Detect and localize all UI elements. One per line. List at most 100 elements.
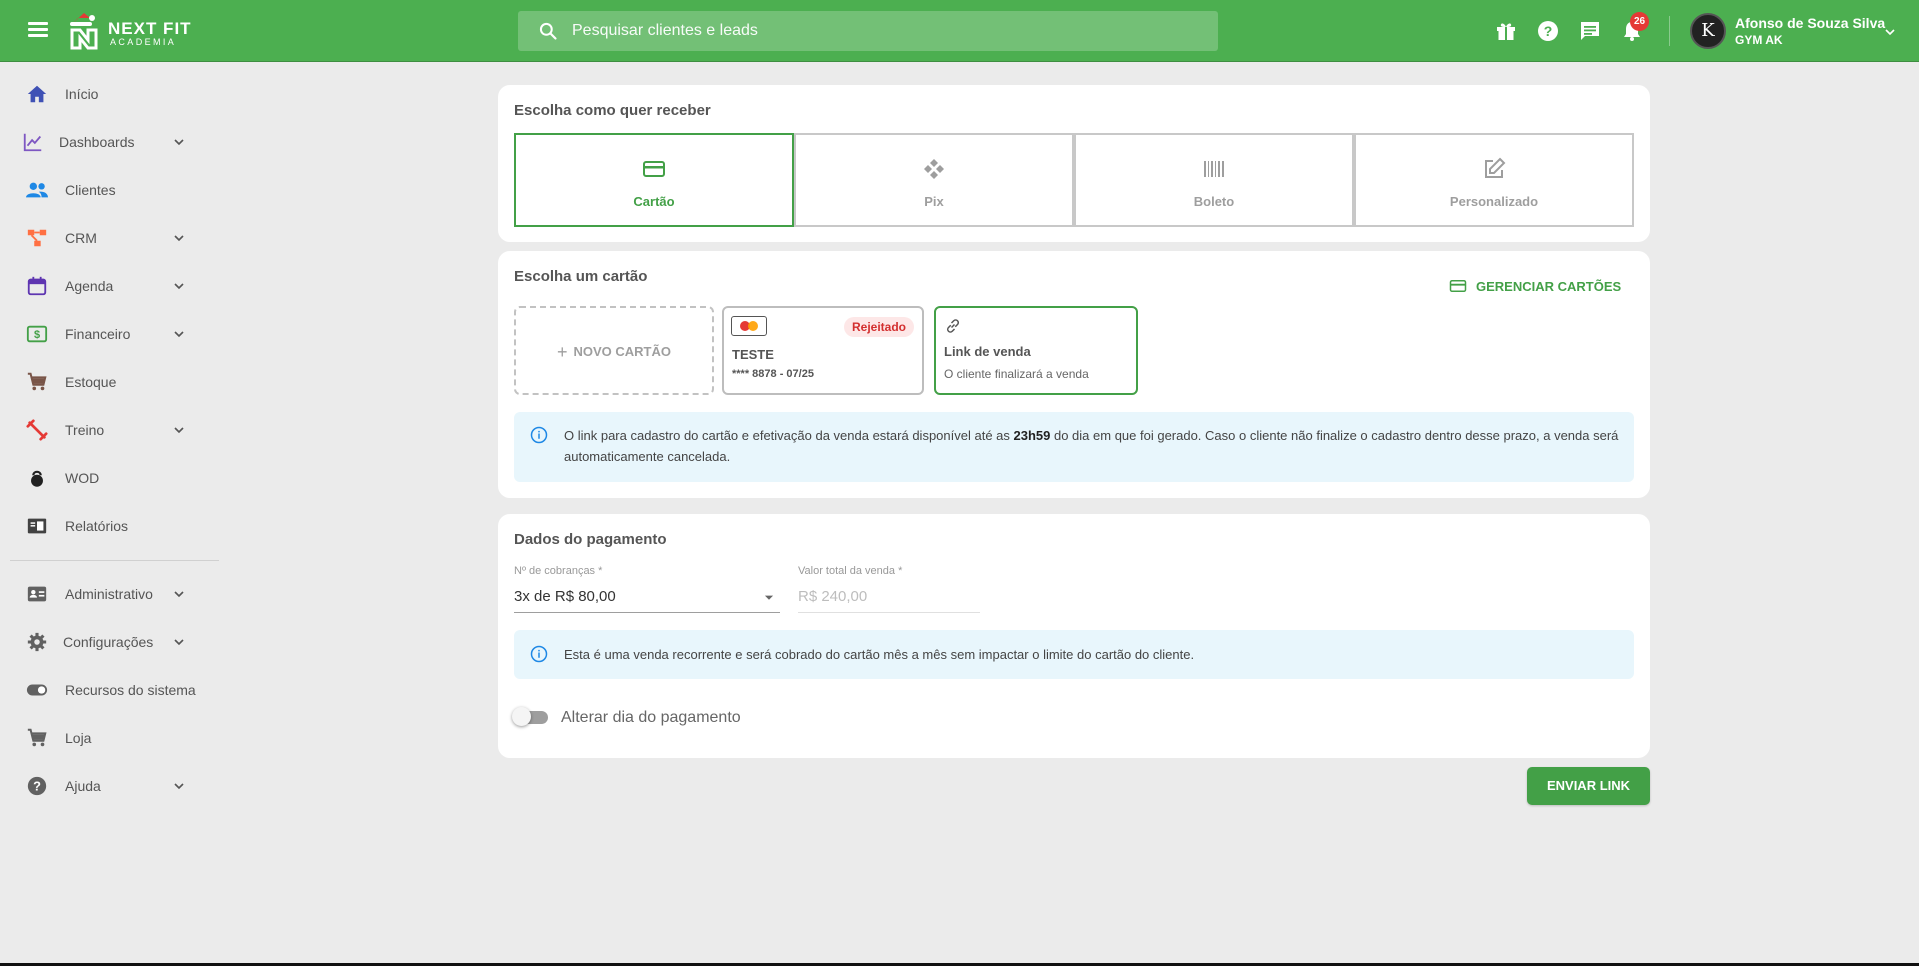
svg-text:?: ? bbox=[1544, 23, 1553, 39]
sidebar-item-label: Loja bbox=[65, 730, 92, 746]
money-icon: $ bbox=[26, 325, 48, 343]
chevron-down-icon bbox=[174, 783, 184, 790]
chevron-down-icon bbox=[174, 591, 184, 598]
credit-card-icon bbox=[643, 161, 665, 177]
link-card-subtitle: O cliente finalizará a venda bbox=[944, 367, 1089, 381]
link-info-box: O link para cadastro do cartão e efetiva… bbox=[514, 412, 1634, 482]
sidebar-item-label: Recursos do sistema bbox=[65, 682, 196, 698]
sidebar-item-recursos[interactable]: Recursos do sistema bbox=[10, 670, 220, 710]
sidebar-item-label: Dashboards bbox=[59, 134, 135, 150]
kettlebell-icon bbox=[31, 470, 43, 487]
manage-cards-button[interactable]: GERENCIAR CARTÕES bbox=[1449, 277, 1621, 295]
chevron-down-icon bbox=[174, 139, 184, 146]
sidebar-item-label: CRM bbox=[65, 230, 97, 246]
chart-line-icon bbox=[23, 133, 42, 152]
help-icon: ? bbox=[27, 776, 47, 796]
link-card-title: Link de venda bbox=[944, 344, 1031, 359]
brand-name: NEXT FIT bbox=[108, 19, 192, 38]
sidebar-divider bbox=[10, 560, 219, 561]
logo[interactable]: NEXT FIT ACADEMIA bbox=[64, 10, 204, 52]
sidebar-item-relatorios[interactable]: Relatórios bbox=[10, 506, 220, 546]
info-icon bbox=[530, 426, 548, 444]
payment-day-toggle[interactable] bbox=[512, 707, 550, 727]
link-icon bbox=[946, 319, 960, 333]
charges-select[interactable]: 3x de R$ 80,00 bbox=[514, 588, 616, 605]
sidebar-item-inicio[interactable]: Início bbox=[10, 74, 220, 114]
total-label: Valor total da venda * bbox=[798, 565, 903, 577]
chevron-down-icon bbox=[174, 331, 184, 338]
dropdown-arrow-icon[interactable] bbox=[762, 591, 776, 605]
method-label: Personalizado bbox=[1449, 194, 1539, 209]
card-choice-card: Escolha um cartão GERENCIAR CARTÕES + NOV… bbox=[498, 251, 1650, 498]
sidebar-item-label: Configurações bbox=[63, 634, 154, 650]
sidebar-item-treino[interactable]: Treino bbox=[10, 410, 220, 450]
saved-card-teste[interactable]: Rejeitado TESTE **** 8878 - 07/25 bbox=[722, 306, 924, 395]
sidebar-item-financeiro[interactable]: $ Financeiro bbox=[10, 314, 220, 354]
sidebar-item-label: Treino bbox=[65, 422, 105, 438]
method-personalizado[interactable]: Personalizado bbox=[1354, 133, 1634, 227]
pix-icon bbox=[924, 159, 944, 179]
recurring-info-box: Esta é uma venda recorrente e será cobra… bbox=[514, 630, 1634, 679]
recurring-info-text: Esta é uma venda recorrente e será cobra… bbox=[564, 647, 1195, 662]
new-card-button[interactable]: + NOVO CARTÃO bbox=[514, 306, 714, 395]
logo-icon bbox=[70, 13, 98, 50]
total-underline bbox=[798, 612, 980, 613]
link-info-text: O link para cadastro do cartão e efetiva… bbox=[564, 428, 1619, 464]
info-icon bbox=[530, 645, 548, 663]
chevron-down-icon[interactable] bbox=[1882, 24, 1898, 40]
help-icon[interactable]: ? bbox=[1536, 19, 1560, 43]
header-divider bbox=[1669, 16, 1670, 46]
search-box[interactable] bbox=[518, 11, 1218, 51]
sidebar-item-label: Clientes bbox=[65, 182, 116, 198]
sidebar-item-estoque[interactable]: Estoque bbox=[10, 362, 220, 402]
user-gym: GYM AK bbox=[1735, 33, 1783, 47]
sidebar-item-label: Relatórios bbox=[65, 518, 129, 534]
sidebar-item-dashboards[interactable]: Dashboards bbox=[10, 122, 220, 162]
sidebar-item-configuracoes[interactable]: Configurações bbox=[10, 622, 220, 662]
report-icon bbox=[27, 518, 47, 534]
sidebar: Início Dashboards Clientes CRM Agenda $ … bbox=[0, 62, 230, 966]
sidebar-item-agenda[interactable]: Agenda bbox=[10, 266, 220, 306]
svg-text:?: ? bbox=[33, 779, 41, 794]
sidebar-item-label: WOD bbox=[65, 470, 100, 486]
menu-icon[interactable] bbox=[24, 19, 54, 43]
method-label: Pix bbox=[924, 194, 944, 209]
charges-label: Nº de cobranças * bbox=[514, 565, 603, 577]
sidebar-item-clientes[interactable]: Clientes bbox=[10, 170, 220, 210]
id-card-icon bbox=[27, 586, 47, 602]
plus-icon: + bbox=[556, 342, 568, 362]
gift-icon[interactable] bbox=[1494, 19, 1518, 43]
chevron-down-icon bbox=[174, 283, 184, 290]
search-icon bbox=[539, 22, 557, 40]
sidebar-item-label: Financeiro bbox=[65, 326, 131, 342]
cart-icon bbox=[27, 372, 47, 391]
edit-icon bbox=[1485, 157, 1506, 178]
people-icon bbox=[26, 182, 48, 198]
chat-icon[interactable] bbox=[1578, 19, 1602, 43]
sidebar-item-administrativo[interactable]: Administrativo bbox=[10, 574, 220, 614]
sidebar-item-wod[interactable]: WOD bbox=[10, 458, 220, 498]
send-link-button[interactable]: ENVIAR LINK bbox=[1527, 767, 1650, 805]
user-name[interactable]: Afonso de Souza Silva bbox=[1735, 15, 1885, 31]
crm-icon bbox=[27, 229, 47, 247]
gear-icon bbox=[27, 632, 47, 652]
home-icon bbox=[27, 85, 47, 103]
method-label: Cartão bbox=[633, 194, 675, 209]
card-choice-title: Escolha um cartão bbox=[514, 268, 648, 285]
chevron-down-icon bbox=[174, 639, 184, 646]
search-input[interactable] bbox=[572, 22, 1172, 40]
payment-day-toggle-label: Alterar dia do pagamento bbox=[561, 709, 741, 726]
method-cartao[interactable]: Cartão bbox=[514, 133, 794, 227]
chevron-down-icon bbox=[174, 235, 184, 242]
payment-title: Dados do pagamento bbox=[514, 531, 667, 548]
dumbbell-icon bbox=[26, 419, 48, 441]
method-pix[interactable]: Pix bbox=[794, 133, 1074, 227]
sidebar-item-ajuda[interactable]: ? Ajuda bbox=[10, 766, 220, 806]
sidebar-item-label: Ajuda bbox=[65, 778, 101, 794]
status-badge: Rejeitado bbox=[843, 317, 914, 337]
method-boleto[interactable]: Boleto bbox=[1074, 133, 1354, 227]
avatar[interactable]: K bbox=[1690, 13, 1726, 49]
sidebar-item-crm[interactable]: CRM bbox=[10, 218, 220, 258]
sales-link-option[interactable]: Link de venda O cliente finalizará a ven… bbox=[934, 306, 1138, 395]
sidebar-item-loja[interactable]: Loja bbox=[10, 718, 220, 758]
